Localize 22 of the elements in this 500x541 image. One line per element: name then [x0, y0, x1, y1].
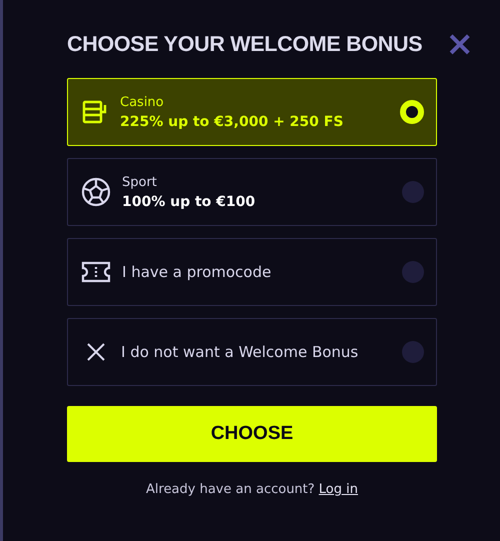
bonus-option[interactable]: I do not want a Welcome Bonus [67, 318, 437, 386]
cross-icon [86, 342, 106, 362]
offer-text: 225% up to €3,000 + 250 FS [120, 114, 344, 130]
slot-machine-icon [81, 98, 109, 126]
option-label: I have a promocode [122, 263, 272, 281]
radio-button[interactable] [402, 341, 424, 363]
bonus-option[interactable]: Casino 225% up to €3,000 + 250 FS [67, 78, 437, 146]
bonus-option[interactable]: I have a promocode [67, 238, 437, 306]
login-prompt: Already have an account? Log in [145, 482, 359, 497]
ticket-icon [81, 260, 111, 284]
radio-button[interactable] [400, 100, 424, 124]
dialog-title: CHOOSE YOUR WELCOME BONUS [67, 32, 422, 56]
option-label: Sport [122, 174, 158, 190]
soccer-ball-icon [81, 177, 111, 207]
offer-text: 100% up to €100 [122, 194, 256, 210]
radio-button[interactable] [402, 181, 424, 203]
choose-button[interactable]: CHOOSE [67, 406, 437, 462]
radio-button[interactable] [402, 261, 424, 283]
option-label: Casino [120, 94, 165, 110]
bonus-option[interactable]: Sport 100% up to €100 [67, 158, 437, 226]
option-label: I do not want a Welcome Bonus [121, 343, 360, 361]
login-link[interactable]: Log in [318, 482, 358, 497]
